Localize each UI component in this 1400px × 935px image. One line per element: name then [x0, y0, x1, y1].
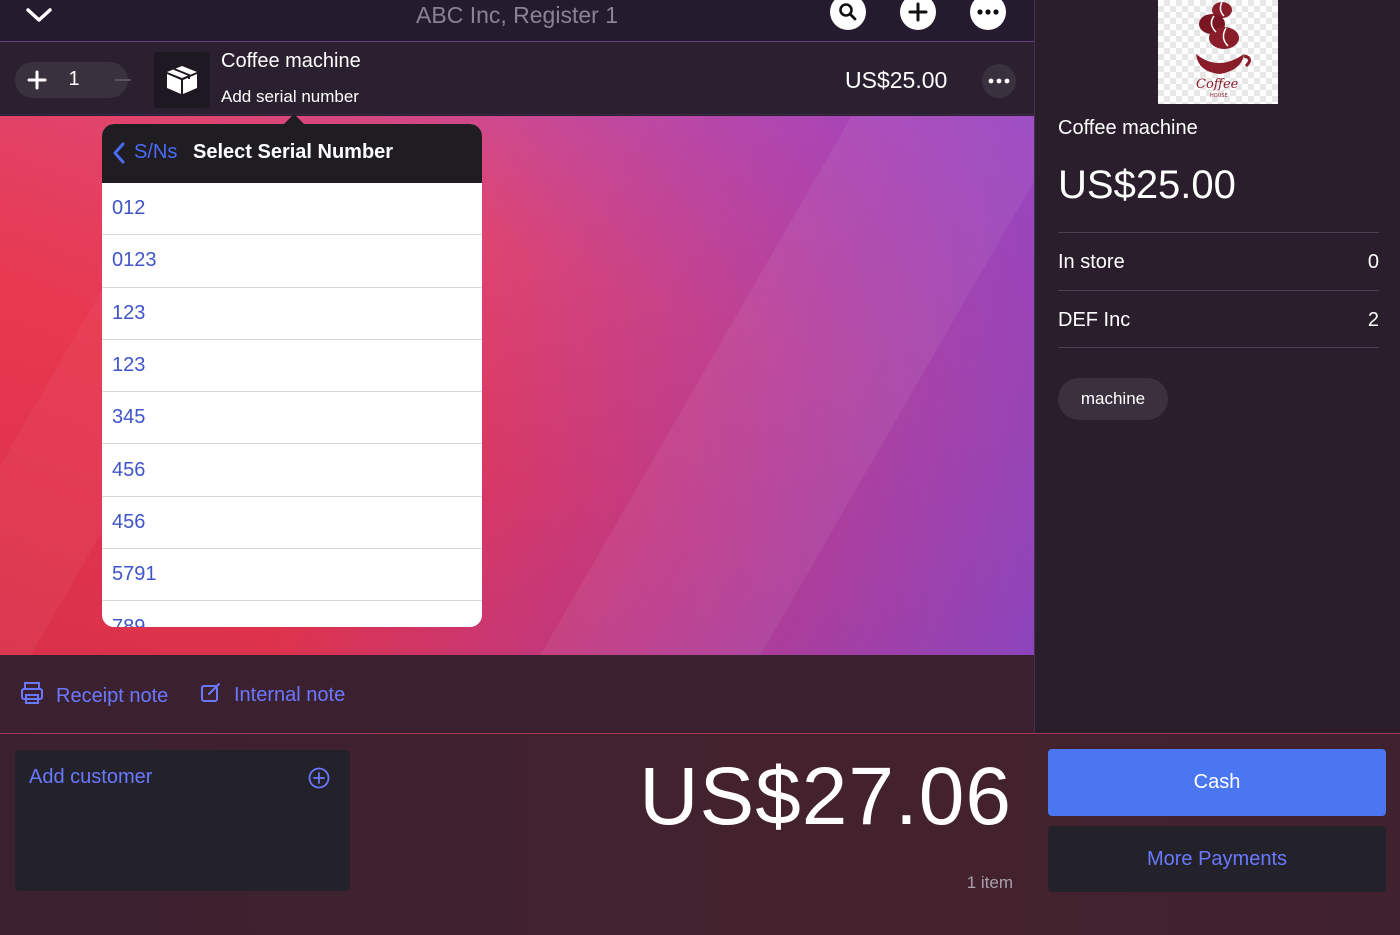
item-count: 1 item: [966, 873, 1013, 892]
serial-number-option[interactable]: 5791: [102, 549, 482, 602]
serial-number-option[interactable]: 0123: [102, 235, 482, 288]
product-image: Coffee HOUSE: [1158, 0, 1278, 104]
edit-icon: [200, 681, 222, 709]
popover-header: S/Ns Select Serial Number: [102, 124, 482, 183]
cash-button[interactable]: Cash: [1048, 749, 1386, 816]
product-detail-panel: Coffee HOUSE Coffee machine US$25.00 In …: [1034, 0, 1400, 733]
serial-number-option[interactable]: 456: [102, 444, 482, 497]
printer-icon: [20, 681, 44, 711]
serial-number-option[interactable]: 789: [102, 601, 482, 627]
quantity-value: 1: [68, 68, 80, 90]
add-serial-number-link[interactable]: Add serial number: [221, 87, 359, 107]
serial-number-option[interactable]: 123: [102, 340, 482, 393]
add-customer-label[interactable]: Add customer: [29, 766, 152, 789]
stock-location: DEF Inc: [1058, 309, 1131, 331]
serial-number-popover: S/Ns Select Serial Number 012 0123 123 1…: [102, 124, 482, 627]
internal-note-button[interactable]: Internal note: [200, 681, 345, 709]
more-payments-button[interactable]: More Payments: [1048, 826, 1386, 892]
stock-quantity: 0: [1367, 251, 1379, 273]
stock-location: In store: [1058, 251, 1125, 273]
serial-number-option[interactable]: 012: [102, 183, 482, 236]
product-price: US$25.00: [1058, 163, 1236, 207]
serial-number-option[interactable]: 123: [102, 288, 482, 340]
order-total: US$27.06: [639, 751, 1012, 842]
product-name: Coffee machine: [1058, 117, 1198, 139]
product-tag[interactable]: machine: [1058, 378, 1168, 420]
logo-subtext: HOUSE: [1210, 93, 1228, 99]
item-more-icon[interactable]: [982, 64, 1016, 98]
cart-line-item[interactable]: 1 Coffee machine Add serial number US$25…: [0, 43, 1034, 115]
cart-item-name: Coffee machine: [221, 50, 361, 72]
internal-note-label: Internal note: [234, 683, 346, 706]
logo-text: Coffee: [1196, 77, 1239, 92]
register-pane: ABC Inc, Register 1 1 Coffee machine Add…: [0, 0, 1034, 733]
receipt-note-label: Receipt note: [56, 684, 169, 707]
plus-circle-icon[interactable]: [308, 767, 330, 789]
checkout-bar: Add customer US$27.06 1 item Cash More P…: [0, 733, 1400, 935]
add-customer-card[interactable]: Add customer: [15, 750, 350, 891]
stock-row: In store 0: [1058, 232, 1379, 290]
popover-title: Select Serial Number: [193, 141, 394, 163]
back-button[interactable]: S/Ns: [112, 141, 177, 164]
serial-number-option[interactable]: 345: [102, 392, 482, 445]
decrease-quantity-icon[interactable]: [115, 79, 131, 81]
increase-quantity-icon[interactable]: [25, 68, 49, 92]
box-icon: [154, 52, 210, 108]
serial-number-list: 012 0123 123 123 345 456 456 5791 789: [102, 183, 482, 627]
quantity-stepper[interactable]: 1: [15, 62, 131, 98]
serial-number-option[interactable]: 456: [102, 497, 482, 550]
cart-item-price: US$25.00: [845, 67, 948, 93]
register-title: ABC Inc, Register 1: [416, 2, 618, 28]
notes-bar: Receipt note Internal note: [0, 655, 1034, 733]
back-button-label: S/Ns: [134, 141, 178, 163]
top-bar: ABC Inc, Register 1: [0, 0, 1034, 42]
stock-row: DEF Inc 2: [1058, 290, 1379, 348]
receipt-note-button[interactable]: Receipt note: [20, 681, 168, 711]
stock-quantity: 2: [1367, 309, 1379, 331]
